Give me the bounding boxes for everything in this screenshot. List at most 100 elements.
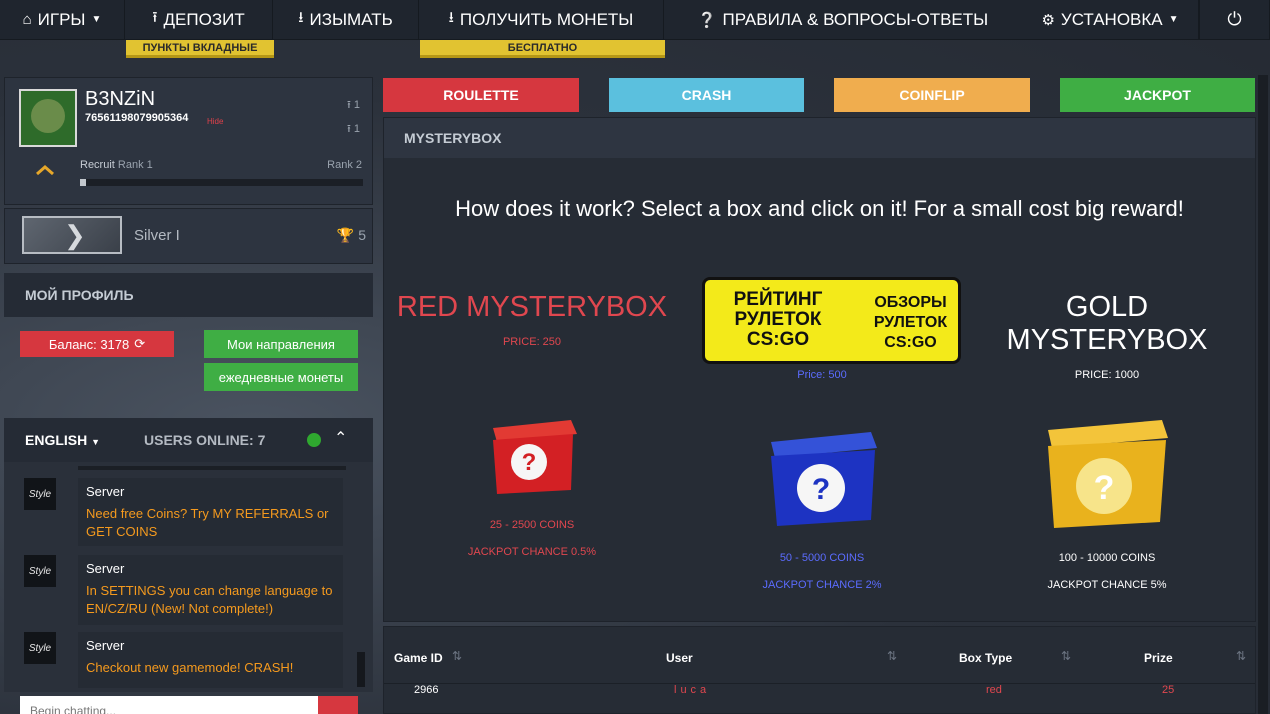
blue-box-price: Price: 500 [797,369,847,381]
chat-bubble: Server Need free Coins? Try MY REFERRALS… [78,478,343,546]
svg-text:?: ? [812,473,830,506]
deposit-tag: ПУНКТЫ ВКЛАДНЫЕ [126,40,274,58]
upload-count-2: ⭱ 1 [347,120,360,139]
rank-badge-icon: ❯ [22,216,122,254]
mode-crash[interactable]: CRASH [609,78,804,112]
chat-input[interactable]: Begin chatting... [20,696,318,714]
nav-withdraw[interactable]: ⭳ ИЗЫМАТЬ [273,0,419,39]
language-label: ENGLISH [25,432,88,448]
my-directions-button[interactable]: Мои направления [204,330,358,358]
trophy-count: 🏆 5 [337,227,366,244]
gold-box-title: GOLD MYSTERYBOX [1006,291,1208,356]
cell-box-type: red [986,684,1002,696]
power-icon: ⏻ [1227,9,1242,29]
upload-count-value: 1 [353,99,360,111]
rank-current-label: Rank 1 [117,159,153,171]
chevron-down-icon: ▼ [91,437,101,447]
chat-bubble: Server Checkout new gamemode! CRASH! [78,632,343,688]
nav-deposit[interactable]: ⭱ ДЕПОЗИТ [125,0,273,39]
home-icon: ⌂ [22,11,32,28]
top-navbar: ⌂ ИГРЫ ▼ ⭱ ДЕПОЗИТ ⭳ ИЗЫМАТЬ ⭳ ПОЛУЧИТЬ … [0,0,1270,40]
chat-bubble: Server In SETTINGS you can change langua… [78,555,343,625]
hide-link[interactable]: Hide [207,117,223,126]
gold-box-icon[interactable]: ? [1042,416,1174,532]
rank-progress-fill [80,179,86,186]
upload-count: ⭱ 1 [347,96,360,115]
chat-avatar: Style [24,555,56,587]
nav-settings[interactable]: ⚙ УСТАНОВКА ▼ [1022,0,1199,39]
chat-avatar: Style [24,478,56,510]
col-box-type[interactable]: Box Type [959,651,1012,665]
upload-icon: ⭱ [346,123,351,135]
balance-label: Баланс: 3178 [48,336,130,352]
nav-rules-label: ПРАВИЛА & ВОПРОСЫ-ОТВЕТЫ [722,9,989,29]
chat-text: Checkout new gamemode! CRASH! [86,660,294,675]
blue-box-chance: JACKPOT CHANCE 2% [762,579,882,591]
red-box-chance: JACKPOT CHANCE 0.5% [467,546,597,558]
page-scrollbar[interactable] [1258,75,1268,714]
daily-coins-button[interactable]: ежедневные монеты [204,363,358,391]
my-profile-header: МОЙ ПРОФИЛЬ [4,273,373,317]
balance-button[interactable]: Баланс: 3178 ⟳ [20,331,174,357]
sort-icon[interactable]: ⇅ [452,649,462,663]
rank-current-name: Recruit [80,159,115,171]
chat-message: Style Server In SETTINGS you can change … [24,555,347,627]
cell-user: luca [674,684,711,696]
chat-scrollbar[interactable] [357,652,365,687]
sort-icon[interactable]: ⇅ [1236,649,1246,663]
nav-rules[interactable]: ❔ ПРАВИЛА & ВОПРОСЫ-ОТВЕТЫ [664,0,1022,39]
skill-rank-card: ❯ Silver I 🏆 5 [4,208,373,264]
mode-jackpot[interactable]: JACKPOT [1060,78,1255,112]
logout-button[interactable]: ⏻ [1199,0,1270,39]
avatar[interactable] [19,89,77,147]
rank-next: Rank 2 [327,159,362,171]
ad-left-text: РЕЙТИНГ РУЛЕТОК CS:GO [733,289,823,350]
sort-icon[interactable]: ⇅ [1061,649,1071,663]
get-coins-tag: БЕСПЛАТНО [420,40,665,58]
online-status-dot [307,433,321,447]
red-box-title: RED MYSTERYBOX [396,291,668,323]
how-it-works: How does it work? Select a box and click… [455,196,1184,221]
col-prize[interactable]: Prize [1144,651,1173,665]
table-header: Game ID ⇅ User ⇅ Box Type ⇅ Prize ⇅ [384,627,1255,684]
red-box-coins: 25 - 2500 COINS [489,519,575,531]
send-button[interactable] [318,696,358,714]
nav-settings-label: УСТАНОВКА [1060,9,1163,29]
download-icon: ⭳ [298,9,304,26]
svg-text:?: ? [1094,469,1115,507]
svg-text:?: ? [522,449,537,476]
skill-rank-label: Silver I [134,227,180,244]
chat-user: Server [86,484,125,499]
panel-title: MYSTERYBOX [384,118,1255,158]
ad-banner[interactable]: РЕЙТИНГ РУЛЕТОК CS:GO ОБЗОРЫ РУЛЕТОК CS:… [702,277,961,364]
gear-icon: ⚙ [1041,11,1055,29]
chevron-up-icon[interactable]: ⌃ [334,428,347,448]
chat-message: Style Server Checkout new gamemode! CRAS… [24,632,347,692]
language-selector[interactable]: ENGLISH ▼ [25,432,100,448]
mode-roulette[interactable]: ROULETTE [383,78,579,112]
chevron-down-icon: ▼ [91,14,102,25]
chat-header: ENGLISH ▼ USERS ONLINE: 7 ⌃ [4,418,373,462]
nav-games[interactable]: ⌂ ИГРЫ ▼ [0,0,125,39]
trophy-icon: 🏆 [336,227,355,243]
col-user[interactable]: User [666,651,693,665]
nav-games-label: ИГРЫ [37,9,86,29]
nav-get-coins-label: ПОЛУЧИТЬ МОНЕТЫ [459,9,634,29]
chat-user: Server [86,638,125,653]
blue-box-icon[interactable]: ? [765,428,883,528]
red-box-icon[interactable]: ? [487,416,581,496]
sort-icon[interactable]: ⇅ [887,649,897,663]
rank-progress-bar [80,179,363,186]
cell-prize: 25 [1162,684,1175,696]
trophy-value: 5 [358,227,366,243]
col-game-id[interactable]: Game ID [394,651,443,665]
mode-coinflip[interactable]: COINFLIP [834,78,1030,112]
steam-id: 76561198079905364 [85,112,189,124]
nav-withdraw-label: ИЗЫМАТЬ [309,9,393,29]
username: B3NZiN [85,88,156,110]
gold-box-price: PRICE: 1000 [1074,369,1140,381]
nav-get-coins[interactable]: ⭳ ПОЛУЧИТЬ МОНЕТЫ [419,0,664,39]
gold-box-coins: 100 - 10000 COINS [1058,552,1156,564]
chevron-down-icon: ▼ [1168,14,1179,25]
profile-card: B3NZiN 76561198079905364 Hide ⭱ 1 ⭱ 1 Re… [4,77,373,205]
